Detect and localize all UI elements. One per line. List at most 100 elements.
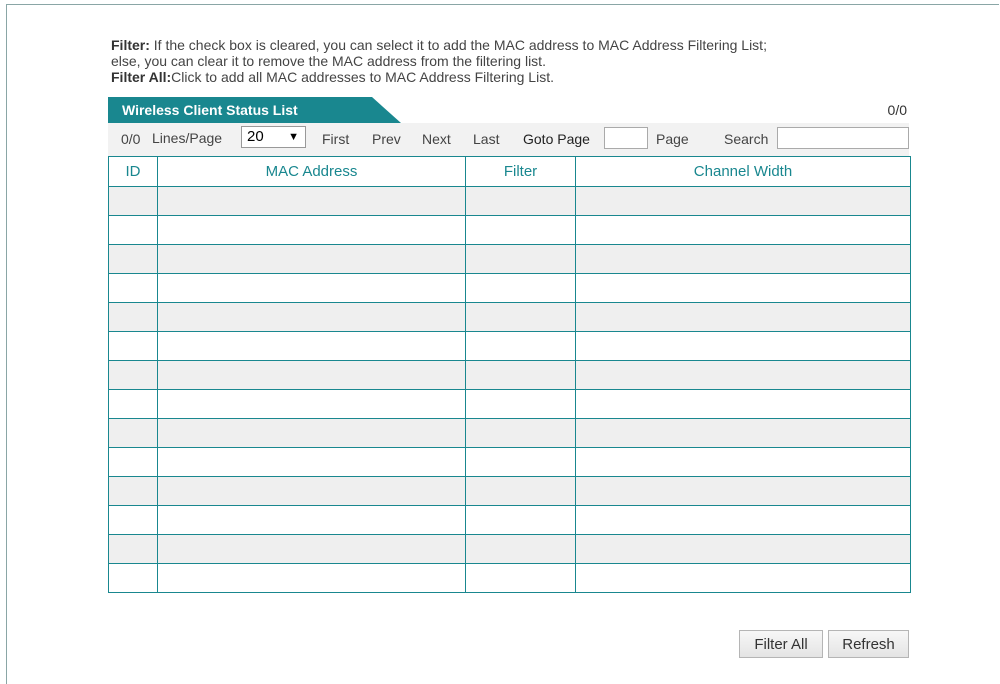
mac-address-cell <box>157 534 466 564</box>
filter-all-help-line: Filter All:Click to add all MAC addresse… <box>111 69 911 85</box>
table-row <box>108 534 911 564</box>
channel-width-cell <box>575 505 911 535</box>
id-cell <box>108 389 158 419</box>
table-row <box>108 331 911 361</box>
lines-per-page-value: 20 <box>247 128 264 145</box>
filter-cell <box>465 186 576 216</box>
id-cell <box>108 302 158 332</box>
mac-address-cell <box>157 563 466 593</box>
channel-width-cell <box>575 302 911 332</box>
refresh-button[interactable]: Refresh <box>828 630 909 658</box>
id-cell <box>108 244 158 274</box>
id-cell <box>108 476 158 506</box>
mac-address-cell <box>157 447 466 477</box>
id-cell <box>108 215 158 245</box>
search-label: Search <box>724 131 769 147</box>
mac-address-cell <box>157 273 466 303</box>
id-cell <box>108 505 158 535</box>
mac-address-cell <box>157 331 466 361</box>
filter-help-line-1: Filter: If the check box is cleared, you… <box>111 37 911 53</box>
lines-per-page-select[interactable]: 20 ▼ <box>241 126 306 148</box>
table-row <box>108 302 911 332</box>
channel-width-cell <box>575 447 911 477</box>
mac-address-cell <box>157 186 466 216</box>
table-header-row: ID MAC Address Filter Channel Width <box>108 156 911 187</box>
id-cell <box>108 331 158 361</box>
id-cell <box>108 447 158 477</box>
table-row <box>108 215 911 245</box>
prev-page-link[interactable]: Prev <box>372 131 401 147</box>
table-row <box>108 418 911 448</box>
column-header-mac-address: MAC Address <box>157 156 466 187</box>
client-status-table: ID MAC Address Filter Channel Width <box>108 156 911 593</box>
filter-all-help-label: Filter All: <box>111 69 172 85</box>
filter-cell <box>465 244 576 274</box>
pagination-toolbar: 0/0 Lines/Page 20 ▼ First Prev Next Last… <box>108 123 909 156</box>
table-row <box>108 244 911 274</box>
filter-cell <box>465 476 576 506</box>
channel-width-cell <box>575 331 911 361</box>
table-row <box>108 186 911 216</box>
list-title-tab: Wireless Client Status List <box>108 97 401 123</box>
filter-help-text-1: If the check box is cleared, you can sel… <box>149 37 767 53</box>
mac-address-cell <box>157 360 466 390</box>
filter-cell <box>465 331 576 361</box>
filter-cell <box>465 534 576 564</box>
first-page-link[interactable]: First <box>322 131 349 147</box>
filter-cell <box>465 418 576 448</box>
id-cell <box>108 273 158 303</box>
filter-help-line-2: else, you can clear it to remove the MAC… <box>111 53 546 69</box>
lines-per-page-label: Lines/Page <box>152 130 223 146</box>
id-cell <box>108 563 158 593</box>
mac-address-cell <box>157 476 466 506</box>
filter-cell <box>465 447 576 477</box>
dropdown-arrow-icon: ▼ <box>288 131 299 143</box>
filter-all-button[interactable]: Filter All <box>739 630 823 658</box>
goto-page-label[interactable]: Goto Page <box>523 131 590 147</box>
channel-width-cell <box>575 563 911 593</box>
table-row <box>108 476 911 506</box>
filter-cell <box>465 273 576 303</box>
filter-all-help-text: Click to add all MAC addresses to MAC Ad… <box>171 69 554 85</box>
next-page-link[interactable]: Next <box>422 131 451 147</box>
channel-width-cell <box>575 215 911 245</box>
mac-address-cell <box>157 505 466 535</box>
mac-address-cell <box>157 215 466 245</box>
table-row <box>108 505 911 535</box>
column-header-filter: Filter <box>465 156 576 187</box>
channel-width-cell <box>575 273 911 303</box>
page-label: Page <box>656 131 689 147</box>
id-cell <box>108 186 158 216</box>
filter-cell <box>465 505 576 535</box>
channel-width-cell <box>575 244 911 274</box>
column-header-id: ID <box>108 156 158 187</box>
list-count: 0/0 <box>887 102 907 118</box>
channel-width-cell <box>575 476 911 506</box>
help-text: Filter: If the check box is cleared, you… <box>111 37 911 85</box>
search-input[interactable] <box>777 127 909 149</box>
table-row <box>108 447 911 477</box>
mac-address-cell <box>157 418 466 448</box>
table-row <box>108 563 911 593</box>
channel-width-cell <box>575 389 911 419</box>
column-header-channel-width: Channel Width <box>575 156 911 187</box>
last-page-link[interactable]: Last <box>473 131 499 147</box>
filter-cell <box>465 360 576 390</box>
toolbar-count: 0/0 <box>121 131 141 147</box>
id-cell <box>108 360 158 390</box>
channel-width-cell <box>575 534 911 564</box>
channel-width-cell <box>575 418 911 448</box>
filter-cell <box>465 215 576 245</box>
table-row <box>108 360 911 390</box>
table-row <box>108 389 911 419</box>
filter-cell <box>465 389 576 419</box>
goto-page-input[interactable] <box>604 127 648 149</box>
mac-address-cell <box>157 302 466 332</box>
channel-width-cell <box>575 186 911 216</box>
filter-cell <box>465 302 576 332</box>
mac-address-cell <box>157 244 466 274</box>
list-header: Wireless Client Status List 0/0 <box>108 97 909 123</box>
table-row <box>108 273 911 303</box>
channel-width-cell <box>575 360 911 390</box>
mac-address-cell <box>157 389 466 419</box>
